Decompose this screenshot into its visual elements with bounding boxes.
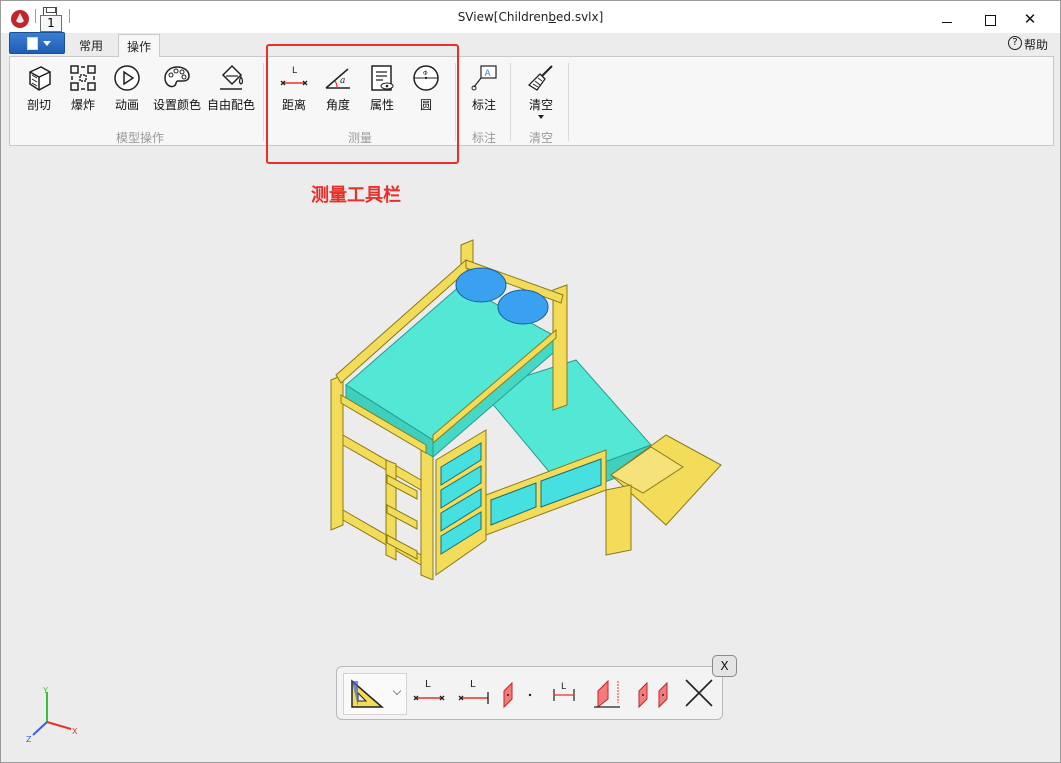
svg-text:A: A	[485, 69, 492, 79]
svg-text:L: L	[425, 679, 431, 690]
point-icon[interactable]	[523, 677, 537, 709]
set-color-label: 设置颜色	[152, 98, 201, 112]
parallel-planes-icon[interactable]	[635, 677, 675, 709]
palette-icon	[164, 66, 190, 88]
animation-label: 动画	[114, 98, 139, 112]
document-icon	[27, 37, 38, 50]
minimize-button[interactable]	[940, 15, 954, 29]
set-color-button[interactable]: 设置颜色	[152, 63, 202, 113]
set-square-icon	[351, 679, 385, 708]
axis-triad: Y X Z	[26, 687, 78, 744]
children-bed-model[interactable]	[321, 235, 731, 580]
section-button[interactable]: 剖切	[22, 63, 56, 113]
section-cube-icon	[29, 66, 51, 91]
svg-text:L: L	[561, 682, 566, 692]
play-icon	[114, 65, 140, 91]
annotate-button[interactable]: A 标注	[466, 63, 502, 113]
paint-bucket-icon	[220, 64, 244, 90]
tab-operations[interactable]: 操作	[118, 34, 161, 57]
annotate-label: 标注	[471, 98, 496, 112]
file-menu-button[interactable]	[9, 32, 65, 54]
animation-button[interactable]: 动画	[110, 63, 144, 113]
annotate-icon: A	[471, 65, 497, 91]
clear-label: 清空	[528, 98, 553, 112]
group-label-clear: 清空	[528, 131, 553, 145]
help-label[interactable]: 帮助	[1024, 36, 1048, 53]
plane-angle-icon[interactable]	[592, 677, 624, 709]
title-bar: 1 SView[Childrenbed.svlx] ✕	[1, 1, 1060, 33]
group-separator	[510, 63, 511, 141]
help-icon[interactable]: ?	[1008, 36, 1022, 50]
group-separator	[263, 63, 264, 141]
measure-toolbar: L L L	[336, 666, 723, 720]
cancel-measure-icon[interactable]	[683, 677, 715, 709]
explode-label: 爆炸	[70, 98, 95, 112]
dimension-icon[interactable]: L	[549, 677, 579, 709]
axis-x-label: X	[72, 727, 78, 736]
svg-text:L: L	[470, 679, 476, 690]
plane-icon[interactable]	[499, 677, 519, 709]
line-distance-icon[interactable]: L	[457, 677, 491, 709]
group-label-model-ops: 模型操作	[115, 131, 164, 145]
chevron-down-icon	[392, 686, 402, 696]
clear-dropdown-arrow-icon[interactable]	[538, 115, 544, 119]
explode-icon	[70, 65, 96, 91]
measure-toolbar-close-button[interactable]: X	[712, 655, 737, 677]
chevron-down-icon	[43, 41, 51, 46]
free-color-button[interactable]: 自由配色	[206, 63, 256, 113]
maximize-button[interactable]	[983, 15, 997, 29]
ribbon-panel: 剖切 爆炸 动画 设置颜色 自由配色 模型操作 L 距离 a 角度 属性 Φ 圆…	[9, 56, 1054, 146]
axis-z-label: Z	[26, 735, 32, 744]
measure-mode-dropdown[interactable]	[343, 673, 407, 715]
section-label: 剖切	[26, 98, 51, 112]
tab-common[interactable]: 常用	[71, 34, 111, 56]
group-label-annotate: 标注	[471, 131, 496, 145]
window-title: SView[Childrenbed.svlx]	[457, 10, 604, 24]
explode-button[interactable]: 爆炸	[66, 63, 100, 113]
measure-group-highlight	[266, 44, 459, 164]
clear-button[interactable]: 清空	[522, 63, 560, 119]
point-distance-icon[interactable]: L	[412, 677, 446, 709]
free-color-label: 自由配色	[206, 98, 255, 112]
close-button[interactable]: ✕	[1023, 12, 1037, 27]
group-separator	[568, 63, 569, 141]
axis-y-label: Y	[42, 687, 48, 695]
broom-icon	[527, 65, 553, 91]
app-window: 1 SView[Childrenbed.svlx] ✕ ? 帮助 常用 操作 剖…	[0, 0, 1061, 763]
